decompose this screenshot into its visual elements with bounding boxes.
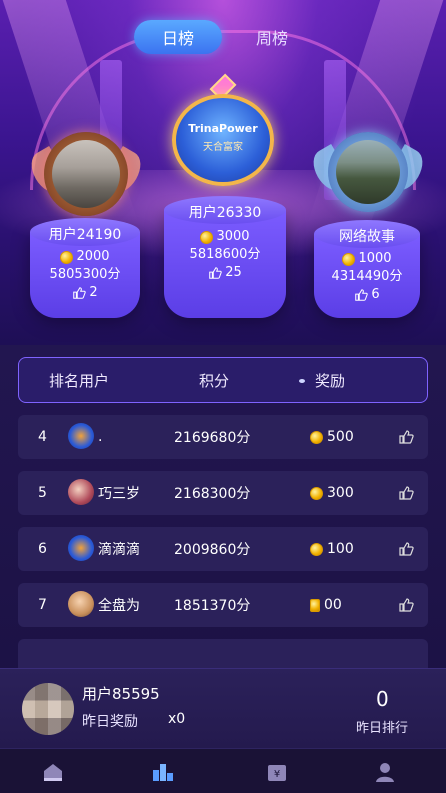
header-reward: 奖励 <box>315 371 346 390</box>
third-place-podium: 网络故事 1000 4314490分 6 <box>314 220 420 318</box>
tab-weekly[interactable]: 周榜 <box>228 20 316 54</box>
first-place-coins: 3000 <box>164 228 286 246</box>
table-row[interactable]: 5 巧三岁 2168300分 300 <box>18 471 428 515</box>
thumbs-up-icon <box>355 289 369 301</box>
third-place-avatar[interactable] <box>336 140 400 204</box>
coin-value: 3000 <box>216 229 250 244</box>
table-row[interactable]: 4 . 2169680分 500 <box>18 415 428 459</box>
profile-icon[interactable] <box>372 759 398 785</box>
row-score: 2169680分 <box>174 430 251 446</box>
thumbs-up-icon[interactable] <box>398 597 414 613</box>
table-row[interactable]: 7 全盘为 1851370分 00 <box>18 583 428 627</box>
ranking-table-header: 排名用户 积分 奖励 <box>18 357 428 403</box>
row-reward: 300 <box>310 485 354 501</box>
yesterday-rank-value: 0 <box>376 687 389 711</box>
likes-count: 2 <box>89 285 98 300</box>
reward-value: 100 <box>327 541 354 557</box>
bottom-navigation: ¥ <box>0 748 446 793</box>
header-dot-icon <box>299 379 305 383</box>
coin-value: 2000 <box>76 249 110 264</box>
ranking-icon[interactable] <box>150 759 176 785</box>
second-place-name: 用户24190 <box>48 227 122 243</box>
first-place-likes[interactable]: 25 <box>164 264 286 282</box>
first-place-crown-badge: TrinaPower 天合富家 <box>162 73 284 196</box>
ranking-list: 排名用户 积分 奖励 4 . 2169680分 500 5 巧三岁 216830… <box>0 345 446 675</box>
third-place-name: 网络故事 <box>339 229 395 245</box>
header-score: 积分 <box>199 371 230 390</box>
svg-text:¥: ¥ <box>274 769 280 780</box>
second-place-coins: 2000 <box>30 248 140 266</box>
coin-icon <box>310 542 323 556</box>
likes-count: 6 <box>371 287 380 302</box>
third-place-avatar-frame <box>328 132 408 212</box>
thumbs-up-icon[interactable] <box>398 485 414 501</box>
my-avatar[interactable] <box>22 683 74 735</box>
likes-count: 25 <box>225 265 242 280</box>
third-place-score: 4314490分 <box>331 269 403 284</box>
my-ranking-bar: 用户85595 昨日奖励 x0 0 昨日排行 <box>0 668 446 748</box>
tab-daily[interactable]: 日榜 <box>134 20 222 54</box>
second-place-avatar[interactable] <box>52 140 120 208</box>
third-place-coins: 1000 <box>314 250 420 268</box>
thumbs-up-icon <box>209 267 222 279</box>
row-rank: 7 <box>38 597 47 613</box>
row-rank: 5 <box>38 485 47 501</box>
reward-value: 500 <box>327 429 354 445</box>
third-place-likes[interactable]: 6 <box>314 286 420 304</box>
first-place-name: 用户26330 <box>188 205 262 221</box>
avatar <box>68 591 94 617</box>
second-place-likes[interactable]: 2 <box>30 284 140 302</box>
coin-icon <box>342 252 356 266</box>
thumbs-up-icon[interactable] <box>398 429 414 445</box>
row-reward: 100 <box>310 541 354 557</box>
coin-value: 1000 <box>358 251 392 266</box>
avatar <box>68 535 94 561</box>
yesterday-reward-label: 昨日奖励 <box>82 714 138 730</box>
thumbs-up-icon[interactable] <box>398 541 414 557</box>
brand-name-cn: 天合富家 <box>203 142 243 153</box>
stage-background: 日榜 周榜 TrinaPower 天合富家 用户24190 2000 58053… <box>0 0 446 345</box>
first-place-podium: 用户26330 3000 5818600分 25 <box>164 196 286 318</box>
reward-value: 00 <box>324 597 342 613</box>
thumbs-up-icon <box>73 287 87 299</box>
row-username: 滴滴滴 <box>98 542 140 558</box>
row-reward: 00 <box>310 597 342 613</box>
yesterday-reward-value: x0 <box>168 711 186 727</box>
row-username: 巧三岁 <box>98 486 140 502</box>
coin-icon <box>310 486 323 500</box>
row-reward: 500 <box>310 429 354 445</box>
coin-icon <box>60 250 74 264</box>
row-username: 全盘为 <box>98 598 140 614</box>
header-rank-user: 排名用户 <box>49 371 110 390</box>
row-rank: 4 <box>38 429 47 445</box>
row-username: . <box>98 429 103 445</box>
ranking-tabs: 日榜 周榜 <box>134 20 316 54</box>
avatar <box>68 423 94 449</box>
row-score: 2168300分 <box>174 486 251 502</box>
second-place-podium: 用户24190 2000 5805300分 2 <box>30 218 140 318</box>
table-row[interactable]: 6 滴滴滴 2009860分 100 <box>18 527 428 571</box>
yesterday-rank-label: 昨日排行 <box>356 721 409 736</box>
my-username: 用户85595 <box>82 685 160 703</box>
row-score: 2009860分 <box>174 542 251 558</box>
reward-value: 300 <box>327 485 354 501</box>
coin-icon <box>310 598 320 612</box>
coin-icon <box>310 430 323 444</box>
wallet-icon[interactable]: ¥ <box>264 759 290 785</box>
row-score: 1851370分 <box>174 598 251 614</box>
second-place-avatar-frame <box>44 132 128 216</box>
coin-icon <box>200 230 214 244</box>
second-place-score: 5805300分 <box>49 267 121 282</box>
row-rank: 6 <box>38 541 47 557</box>
home-icon[interactable] <box>40 759 66 785</box>
brand-name: TrinaPower <box>188 122 258 135</box>
first-place-score: 5818600分 <box>189 247 261 262</box>
avatar <box>68 479 94 505</box>
